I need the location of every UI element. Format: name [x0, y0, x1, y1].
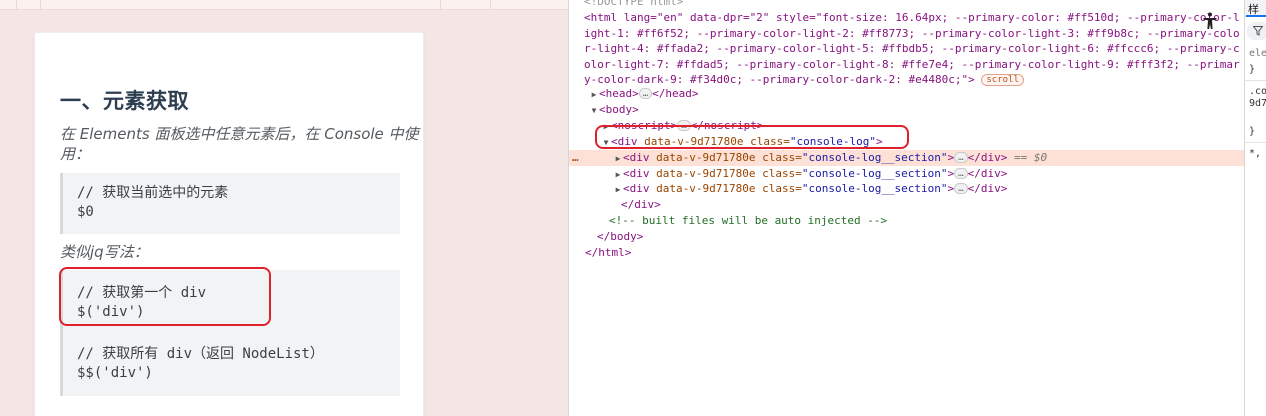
attr-name: data-v-9d71780e [656, 167, 756, 180]
style-line: ele [1249, 48, 1266, 59]
attr-name: data-v-9d71780e [656, 151, 756, 164]
top-ruler [0, 0, 568, 10]
attr-value: "console-log__section" [801, 151, 948, 164]
html-tag-text: y-color-dark-9: #f34d0c; --primary-color… [584, 73, 975, 87]
tag-text: <div [623, 182, 657, 195]
html-tag-text: r-light-4: #ffada2; --primary-color-ligh… [584, 42, 1240, 56]
ellipsis-badge[interactable]: … [954, 183, 968, 194]
tag-text: </div> [621, 198, 661, 211]
attr-name: class= [762, 182, 802, 195]
intro-line-1: 在 Elements 面板选中任意元素后，在 Console 中使 [60, 125, 419, 143]
jq-paragraph: 类似jq写法： [60, 243, 149, 261]
styles-tab[interactable]: 样 [1245, 0, 1266, 17]
html-open-line[interactable]: ight-1: #ff6f52; --primary-color-light-2… [584, 26, 1244, 42]
tag-text: <body> [599, 103, 639, 116]
html-tag-text: <html lang="en" data-dpr="2" style="font… [584, 11, 1240, 24]
html-open-line[interactable]: r-light-4: #ffada2; --primary-color-ligh… [584, 41, 1244, 57]
tree-node-head[interactable]: ▶ <head>… </head> [589, 86, 1244, 102]
divider [1245, 142, 1266, 143]
style-line: } [1249, 64, 1256, 75]
style-line: .co [1249, 86, 1266, 97]
style-line: } [1249, 126, 1256, 137]
code-block-selected: // 获取当前选中的元素 $0 [60, 173, 400, 234]
section-heading: 一、元素获取 [60, 89, 189, 113]
code-line: // 获取所有 div（返回 NodeList） [77, 346, 324, 362]
collapse-triangle-icon[interactable]: ▼ [589, 103, 599, 119]
tag-text: </div> [967, 182, 1008, 195]
expand-triangle-icon[interactable]: ▶ [613, 182, 623, 198]
attr-value: "console-log__section" [801, 167, 948, 180]
tag-text: <head> [599, 87, 639, 100]
doctype-line: <!DOCTYPE html> [584, 0, 684, 8]
ellipsis-badge[interactable]: … [954, 168, 968, 179]
style-line: *, [1249, 148, 1262, 159]
scroll-badge[interactable]: scroll [981, 74, 1024, 87]
ellipsis-badge[interactable]: … [954, 152, 968, 163]
tag-text: > [947, 151, 955, 164]
tag-text: </html> [585, 246, 632, 259]
more-actions-icon[interactable]: … [572, 150, 579, 166]
attr-name: class= [762, 151, 802, 164]
tree-node-div-close[interactable]: </div> [621, 197, 1244, 213]
tree-node-html-close[interactable]: </html> [585, 245, 1244, 261]
tag-text: > [947, 167, 955, 180]
filter-input[interactable] [1247, 22, 1266, 40]
highlight-annotation-left [59, 267, 271, 326]
code-line: // 获取当前选中的元素 [77, 185, 229, 201]
tree-node-section[interactable]: ▶ <div data-v-9d71780e class="console-log… [613, 181, 1244, 197]
expand-triangle-icon[interactable]: ▶ [613, 151, 623, 167]
tag-text: <div [623, 167, 657, 180]
article-card: 一、元素获取 在 Elements 面板选中任意元素后，在 Console 中使… [34, 32, 424, 416]
tag-text: </div> [967, 151, 1008, 164]
html-open-line[interactable]: olor-light-7: #ffdad5; --primary-color-l… [584, 57, 1244, 73]
styles-pane[interactable]: 样 ele } .co 9d7 } *, [1244, 0, 1266, 416]
code-line: $$('div') [77, 365, 153, 381]
html-open-line[interactable]: <html lang="en" data-dpr="2" style="font… [584, 10, 1244, 26]
style-line: 9d7 [1249, 98, 1266, 109]
accessibility-icon[interactable] [1199, 10, 1221, 32]
selected-dollar0: $0 [1033, 151, 1048, 164]
tree-node-body-close[interactable]: </body> [597, 229, 1244, 245]
attr-name: data-v-9d71780e [656, 182, 756, 195]
divider [1245, 80, 1266, 81]
tag-text: </head> [652, 87, 699, 100]
code-line: $0 [77, 204, 94, 220]
attr-value: "console-log__section" [801, 182, 948, 195]
tree-node-section[interactable]: ▶ <div data-v-9d71780e class="console-log… [613, 166, 1244, 182]
html-tag-text: ight-1: #ff6f52; --primary-color-light-2… [584, 26, 1240, 40]
filter-icon [1253, 26, 1263, 36]
expand-triangle-icon[interactable]: ▶ [589, 87, 599, 103]
tag-text: <div [623, 151, 657, 164]
html-tag-text: olor-light-7: #ffdad5; --primary-color-l… [584, 57, 1240, 71]
tag-text: </div> [967, 167, 1008, 180]
tag-text: > [947, 182, 955, 195]
ellipsis-badge[interactable]: … [638, 88, 653, 99]
intro-line-2: 用： [60, 145, 91, 163]
comment-text: <!-- built files will be auto injected -… [609, 214, 888, 227]
selected-marker: == [1013, 151, 1034, 164]
attr-name: class= [762, 167, 802, 180]
tag-text: </body> [597, 230, 644, 243]
highlight-annotation-right [595, 125, 909, 149]
tree-node-comment[interactable]: <!-- built files will be auto injected -… [609, 213, 1244, 229]
tree-node-section-selected[interactable]: … ▶ <div data-v-9d71780e class="console-lo… [569, 150, 1244, 166]
tree-node-body[interactable]: ▼ <body> [589, 102, 1244, 118]
intro-paragraph: 在 Elements 面板选中任意元素后，在 Console 中使 用： [60, 124, 419, 164]
page-viewport: 一、元素获取 在 Elements 面板选中任意元素后，在 Console 中使… [0, 0, 568, 416]
elements-panel[interactable]: <!DOCTYPE html> <html lang="en" data-dpr… [568, 0, 1244, 416]
